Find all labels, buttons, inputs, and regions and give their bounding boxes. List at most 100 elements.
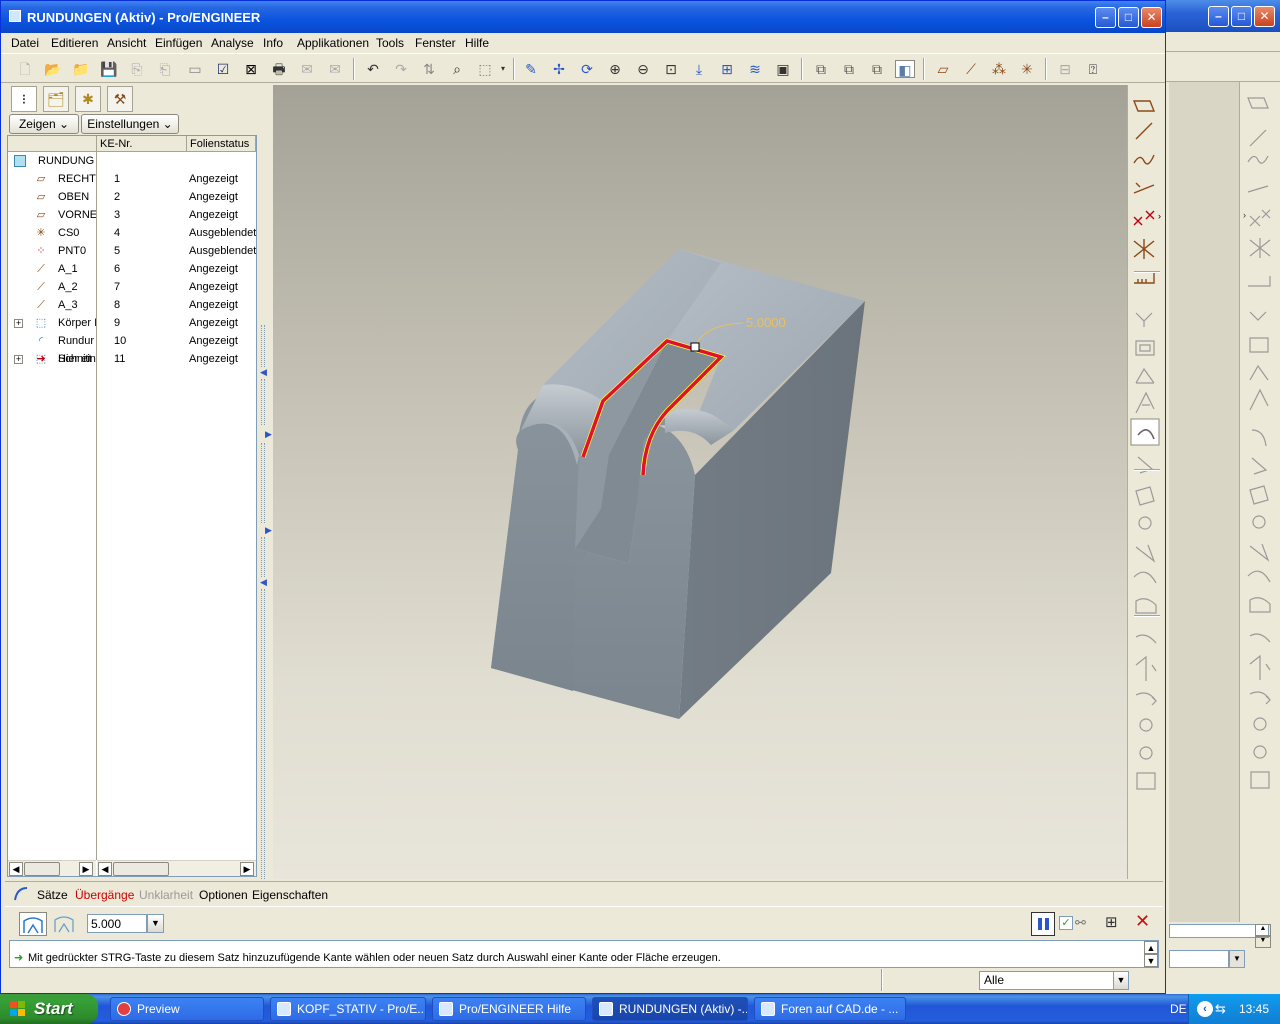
redo-icon[interactable]: ↷: [391, 60, 411, 78]
rib-tool-icon[interactable]: [1135, 367, 1155, 384]
maximize-button[interactable]: □: [1118, 7, 1139, 28]
hole-tool-icon[interactable]: [1135, 312, 1153, 327]
model-tree-toggle-icon[interactable]: ⊟: [1055, 60, 1075, 78]
preview-checkbox[interactable]: ✓: [1059, 916, 1073, 930]
refit-icon[interactable]: ⊡: [661, 60, 681, 78]
tab-saetze[interactable]: Sätze: [37, 888, 68, 902]
merge-tool-icon[interactable]: [1135, 544, 1156, 563]
datum-curve-tool-icon[interactable]: [1133, 154, 1155, 165]
expand-arrow-icon[interactable]: ▶: [265, 525, 272, 536]
graphics-window[interactable]: 5.0000: [273, 85, 1127, 879]
tray-expand-icon[interactable]: ‹: [1197, 1001, 1213, 1017]
bg-expand-arrow-icon[interactable]: ›: [1243, 210, 1246, 220]
constant-round-button[interactable]: [19, 912, 47, 936]
offset-tool-icon[interactable]: [1135, 634, 1157, 644]
full-round-button[interactable]: [51, 912, 77, 936]
filter-dropdown-icon[interactable]: ▼: [1113, 971, 1129, 990]
reorient-icon[interactable]: ⤓: [689, 60, 709, 78]
background-window[interactable]: – □ ✕ › ▼ ▲ ▼: [1160, 0, 1280, 994]
context-help-icon[interactable]: ⍰: [1083, 60, 1103, 78]
selection-box-icon[interactable]: ⬚: [475, 60, 495, 78]
tree-insert-here[interactable]: ➜ Hier ein: [8, 350, 256, 368]
3d-model-view[interactable]: 5.0000: [273, 85, 1127, 879]
close-window-icon[interactable]: ⊠: [241, 60, 261, 78]
draft-tool-icon[interactable]: [1135, 391, 1155, 414]
tree-row[interactable]: ✳ CS0 4 Ausgeblendet: [8, 224, 256, 242]
new-window-icon[interactable]: ▭: [185, 60, 205, 78]
round-tool-active[interactable]: [1130, 418, 1160, 446]
extend-tool-icon[interactable]: [1135, 598, 1157, 614]
no-hidden-icon[interactable]: ⧉: [867, 60, 887, 78]
task-foren-cad[interactable]: Foren auf CAD.de - ...: [754, 997, 906, 1021]
find-icon[interactable]: ⌕: [447, 60, 467, 78]
panel-splitter[interactable]: ◀ ▶ ▶ ◀: [259, 85, 272, 879]
datum-point-tool-icon[interactable]: [1133, 210, 1155, 226]
language-indicator[interactable]: DE: [1170, 1002, 1187, 1016]
menu-datei[interactable]: Datei: [11, 36, 39, 50]
task-kopf-stativ[interactable]: KOPF_STATIV - Pro/E...: [270, 997, 426, 1021]
titlebar[interactable]: RUNDUNGEN (Aktiv) - Pro/ENGINEER – □ ✕: [1, 1, 1165, 33]
tree-row[interactable]: ▱ OBEN 2 Angezeigt: [8, 188, 256, 206]
datum-plane-tool-icon[interactable]: [1132, 100, 1156, 112]
save-copy-icon[interactable]: ⎘: [127, 60, 147, 78]
layers-icon[interactable]: ≋: [745, 60, 765, 78]
network-icon[interactable]: ⇆: [1215, 1001, 1226, 1017]
open-folder-icon[interactable]: 📂: [43, 60, 63, 78]
mirror-tool-icon[interactable]: [1138, 516, 1152, 530]
tree-row[interactable]: ⟋ A_1 6 Angezeigt: [8, 260, 256, 278]
tree-header-status[interactable]: Folienstatus: [187, 136, 256, 152]
tab-model-tree[interactable]: ⁝: [11, 86, 37, 112]
scroll-right-icon[interactable]: ▶: [79, 862, 93, 876]
scroll-left-icon[interactable]: ◀: [98, 862, 112, 876]
save-icon[interactable]: 💾: [99, 60, 119, 78]
datum-axes-toggle-icon[interactable]: ⟋: [961, 60, 981, 78]
backup-icon[interactable]: ⎗: [155, 60, 175, 78]
radius-input[interactable]: [87, 914, 147, 933]
tab-unklarheit[interactable]: Unklarheit: [139, 888, 193, 902]
solidify-tool-icon[interactable]: [1135, 692, 1157, 706]
tab-favorites[interactable]: ✱: [75, 86, 101, 112]
scroll-thumb[interactable]: [113, 862, 169, 876]
intersect-tool-icon[interactable]: [1139, 718, 1153, 732]
email-link-icon[interactable]: ✉: [325, 60, 345, 78]
verify-feature-icon[interactable]: ⊞: [1105, 913, 1127, 935]
scroll-left-icon[interactable]: ◀: [9, 862, 23, 876]
selection-filter[interactable]: Alle: [979, 971, 1129, 990]
glasses-preview-icon[interactable]: ⚯: [1075, 915, 1086, 931]
cancel-feature-icon[interactable]: ✕: [1135, 911, 1150, 932]
menu-applikationen[interactable]: Applikationen: [297, 36, 369, 50]
show-dropdown[interactable]: Zeigen ⌄: [9, 114, 79, 134]
tree-row[interactable]: ⁘ PNT0 5 Ausgeblendet: [8, 242, 256, 260]
model-tree[interactable]: KE-Nr. Folienstatus RUNDUNG ▱ RECHT 1 Angez…: [7, 135, 257, 877]
csys-tool-icon[interactable]: [1133, 239, 1155, 259]
trim-tool-icon[interactable]: [1133, 571, 1157, 584]
selection-dropdown-icon[interactable]: ▾: [497, 60, 509, 78]
msg-scroll-down-icon[interactable]: ▼: [1144, 954, 1158, 967]
collapse-arrow-icon[interactable]: ◀: [260, 367, 267, 378]
settings-dropdown[interactable]: Einstellungen ⌄: [81, 114, 179, 134]
tree-row[interactable]: + ⬚ Körper I 9 Angezeigt: [8, 314, 256, 332]
wrap-tool-icon[interactable]: [1136, 772, 1156, 790]
shading-icon[interactable]: ◧: [895, 60, 915, 78]
shell-tool-icon[interactable]: [1135, 340, 1155, 356]
menu-einfuegen[interactable]: Einfügen: [155, 36, 202, 50]
minimize-button[interactable]: –: [1095, 7, 1116, 28]
new-file-icon[interactable]: 🗋: [15, 60, 35, 78]
menu-ansicht[interactable]: Ansicht: [107, 36, 146, 50]
activate-window-icon[interactable]: ☑: [213, 60, 233, 78]
tab-optionen[interactable]: Optionen: [199, 888, 248, 902]
tab-connections[interactable]: ⚒: [107, 86, 133, 112]
print-icon[interactable]: 🖶: [269, 60, 289, 78]
tab-folder-browser[interactable]: 🗂: [43, 86, 69, 112]
background-window-titlebar[interactable]: – □ ✕: [1161, 0, 1280, 32]
wireframe-icon[interactable]: ⧉: [811, 60, 831, 78]
analysis-tool-icon[interactable]: [1134, 273, 1155, 284]
expand-node-icon[interactable]: +: [14, 319, 23, 328]
email-icon[interactable]: ✉: [297, 60, 317, 78]
menu-editieren[interactable]: Editieren: [51, 36, 98, 50]
tab-eigenschaften[interactable]: Eigenschaften: [252, 888, 328, 902]
menu-fenster[interactable]: Fenster: [415, 36, 456, 50]
zoom-in-icon[interactable]: ⊕: [605, 60, 625, 78]
radius-dropdown[interactable]: ▼: [147, 914, 164, 933]
collapse-arrow-icon[interactable]: ◀: [260, 577, 267, 588]
